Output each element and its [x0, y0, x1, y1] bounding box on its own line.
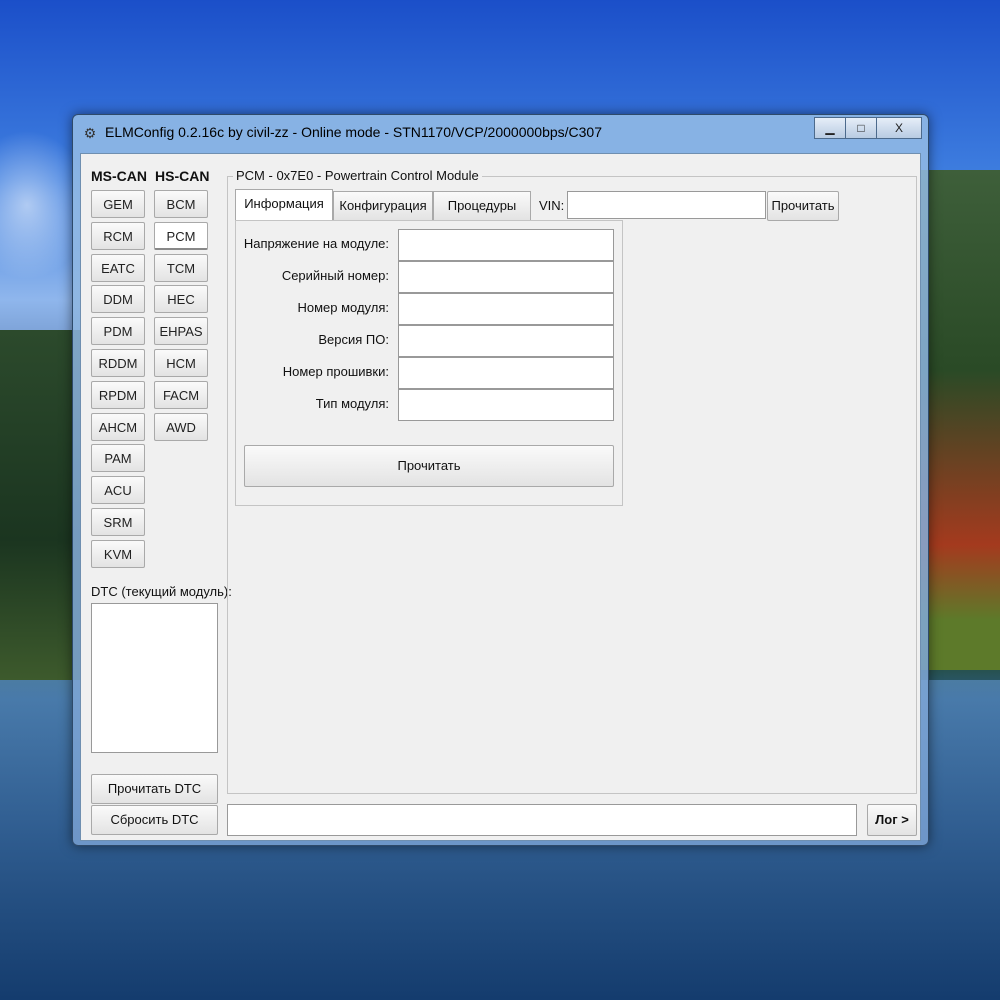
dtc-label: DTC (текущий модуль): [91, 584, 232, 599]
maximize-button[interactable]: □ [845, 117, 877, 139]
window-controls: ▁ □ X [814, 117, 922, 139]
hs-can-header: HS-CAN [155, 168, 210, 184]
tab-procedures[interactable]: Процедуры [433, 191, 531, 221]
module-button-ehpas[interactable]: EHPAS [154, 317, 208, 346]
module-button-tcm[interactable]: TCM [154, 253, 208, 282]
voltage-field[interactable] [398, 229, 614, 261]
status-field[interactable] [227, 804, 857, 836]
software-version-field[interactable] [398, 325, 614, 357]
module-button-eatc[interactable]: EATC [91, 253, 145, 282]
app-icon[interactable]: ⚙ [81, 124, 99, 142]
firmware-number-label: Номер прошивки: [282, 364, 389, 379]
module-type-field[interactable] [398, 389, 614, 421]
module-button-pam[interactable]: PAM [91, 444, 145, 473]
module-button-bcm[interactable]: BCM [154, 190, 208, 218]
app-window: ⚙ ELMConfig 0.2.16c by civil-zz - Online… [72, 114, 929, 846]
vin-read-button[interactable]: Прочитать [767, 191, 839, 221]
dtc-list[interactable] [91, 603, 218, 753]
module-title: PCM - 0x7E0 - Powertrain Control Module [233, 168, 482, 183]
module-number-field[interactable] [398, 293, 614, 325]
tab-configuration[interactable]: Конфигурация [333, 191, 433, 221]
info-tab-panel: Напряжение на модуле: Серийный номер: Но… [235, 220, 623, 506]
voltage-label: Напряжение на модуле: [243, 236, 389, 251]
title-bar[interactable]: ⚙ ELMConfig 0.2.16c by civil-zz - Online… [73, 115, 928, 151]
firmware-number-field[interactable] [398, 357, 614, 389]
module-button-acu[interactable]: ACU [91, 476, 145, 505]
log-button[interactable]: Лог > [867, 804, 917, 836]
module-button-ahcm[interactable]: AHCM [91, 412, 145, 441]
background-hill-left [0, 330, 80, 680]
read-dtc-button[interactable]: Прочитать DTC [91, 774, 218, 804]
module-button-rcm[interactable]: RCM [91, 221, 145, 250]
module-button-facm[interactable]: FACM [154, 380, 208, 409]
module-button-gem[interactable]: GEM [91, 190, 145, 218]
read-info-button[interactable]: Прочитать [244, 445, 614, 487]
serial-number-field[interactable] [398, 261, 614, 293]
ms-can-header: MS-CAN [91, 168, 147, 184]
module-button-kvm[interactable]: KVM [91, 539, 145, 568]
software-version-label: Версия ПО: [318, 332, 389, 347]
window-title: ELMConfig 0.2.16c by civil-zz - Online m… [105, 124, 602, 140]
module-type-label: Тип модуля: [315, 396, 389, 411]
module-button-rpdm[interactable]: RPDM [91, 380, 145, 409]
minimize-button[interactable]: ▁ [814, 117, 846, 139]
module-button-pcm[interactable]: PCM [154, 221, 208, 250]
module-number-label: Номер модуля: [297, 300, 389, 315]
module-button-srm[interactable]: SRM [91, 508, 145, 536]
module-button-rddm[interactable]: RDDM [91, 349, 145, 377]
module-button-ddm[interactable]: DDM [91, 285, 145, 314]
vin-label: VIN: [539, 198, 565, 213]
reset-dtc-button[interactable]: Сбросить DTC [91, 805, 218, 835]
tab-info[interactable]: Информация [235, 189, 333, 221]
module-button-hec[interactable]: HEC [154, 285, 208, 314]
close-button[interactable]: X [876, 117, 922, 139]
serial-number-label: Серийный номер: [281, 268, 389, 283]
vin-field[interactable] [567, 191, 766, 219]
client-area: MS-CAN HS-CAN GEM RCM EATC DDM PDM RDDM RPDM AH… [80, 153, 921, 841]
module-button-hcm[interactable]: HCM [154, 349, 208, 377]
module-button-pdm[interactable]: PDM [91, 317, 145, 346]
module-button-awd[interactable]: AWD [154, 412, 208, 441]
